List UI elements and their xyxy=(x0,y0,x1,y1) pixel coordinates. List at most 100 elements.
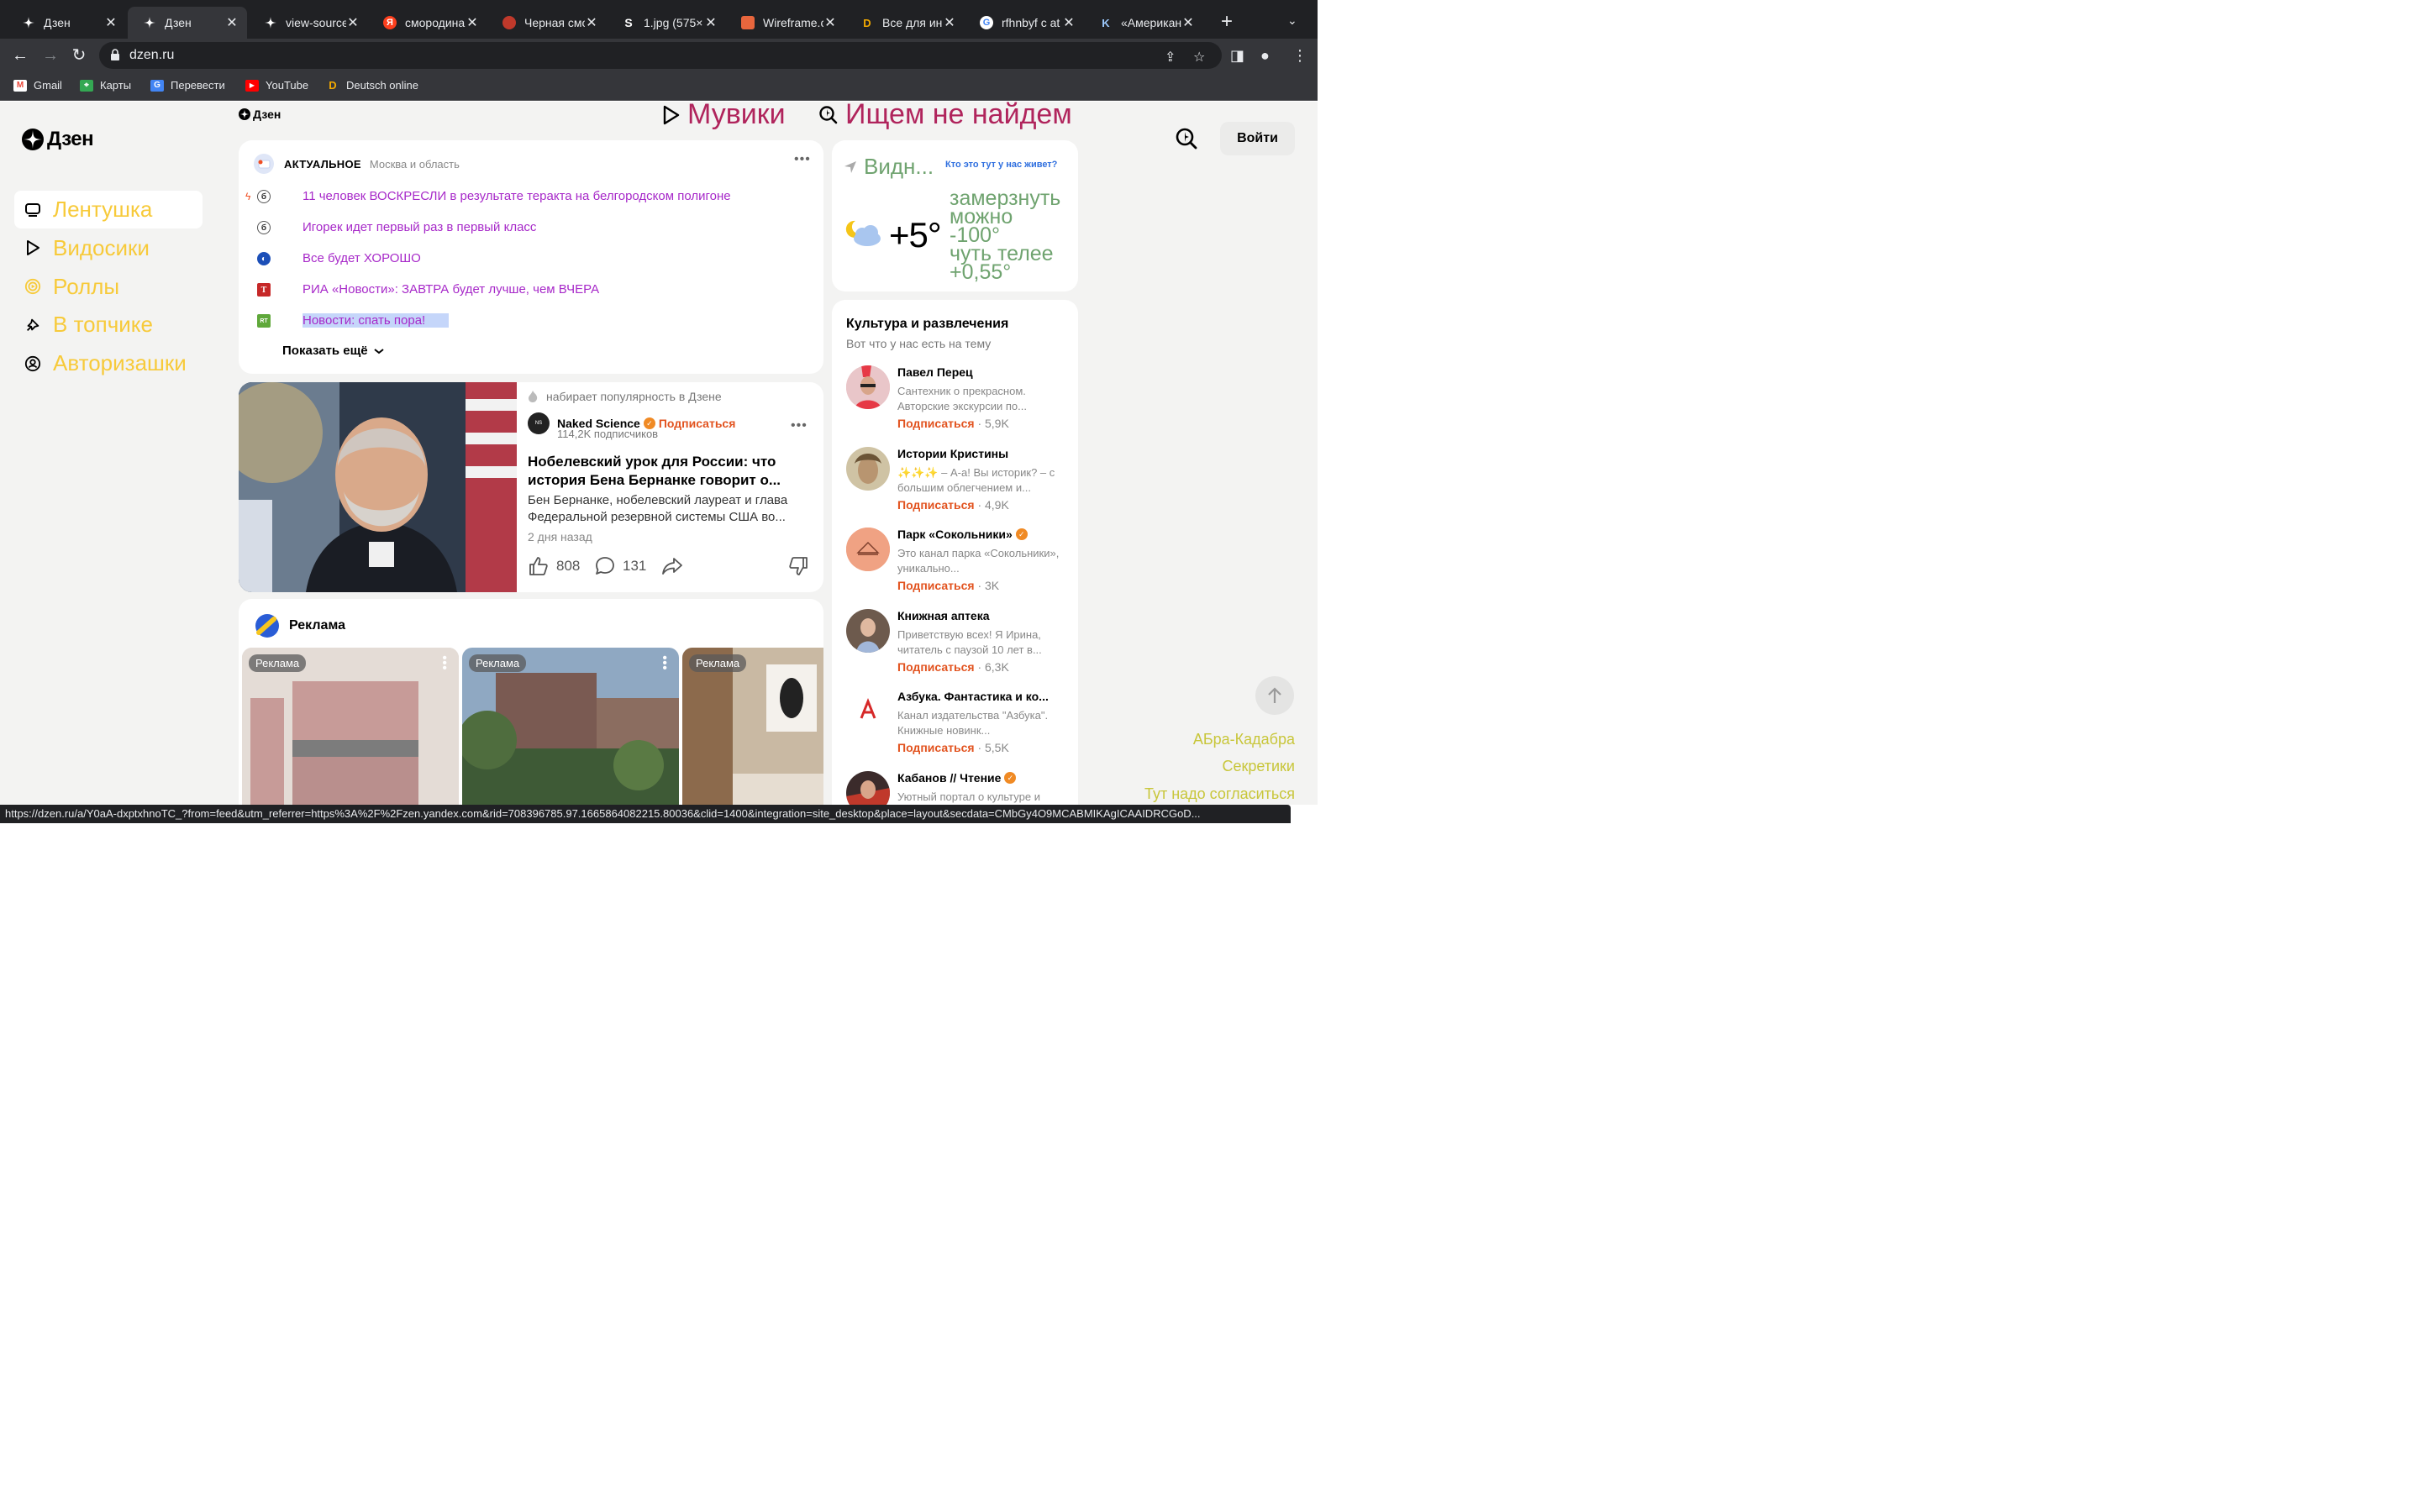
address-bar[interactable]: dzen.ru ⇪ ☆ xyxy=(99,42,1222,69)
more-icon[interactable]: ••• xyxy=(662,652,667,675)
bookmark-translate[interactable]: G Перевести xyxy=(150,79,225,92)
weather-location[interactable]: Видн... xyxy=(844,154,934,180)
nav-item-clips[interactable]: Роллы xyxy=(14,268,203,306)
ad-item[interactable]: Реклама • • • xyxy=(462,648,679,805)
subscribe-button[interactable]: Подписаться xyxy=(897,660,975,674)
movies-link[interactable]: Мувики xyxy=(662,102,786,131)
channel-name[interactable]: Истории Кристины xyxy=(897,447,1008,460)
new-tab-icon[interactable]: + xyxy=(1217,12,1237,32)
bookmark-gmail[interactable]: M Gmail xyxy=(13,79,62,92)
avatar[interactable] xyxy=(846,609,890,653)
article-title[interactable]: Нобелевский урок для России: что история… xyxy=(528,453,805,490)
channel-row[interactable]: Азбука. Фантастика и ко... Канал издател… xyxy=(846,690,1073,765)
back-icon[interactable]: ← xyxy=(10,45,30,66)
footer-link[interactable]: Секретики xyxy=(1222,758,1295,775)
share-button[interactable] xyxy=(661,555,683,577)
close-icon[interactable]: ✕ xyxy=(585,14,598,31)
close-icon[interactable]: ✕ xyxy=(225,14,239,31)
comments-button[interactable]: 131 xyxy=(594,555,646,577)
avatar[interactable] xyxy=(846,528,890,571)
news-item-text[interactable]: 11 человек ВОСКРЕСЛИ в результате теракт… xyxy=(302,189,731,203)
avatar[interactable] xyxy=(846,771,890,805)
search-icon[interactable] xyxy=(1175,127,1198,150)
dislike-button[interactable] xyxy=(787,555,809,577)
avatar[interactable] xyxy=(846,447,890,491)
tab[interactable]: Дзен ✕ xyxy=(7,7,126,39)
channel-row[interactable]: Книжная аптека Приветствую всех! Я Ирина… xyxy=(846,609,1073,685)
tab[interactable]: G rfhnbyf c at ✕ xyxy=(965,7,1084,39)
channel-name[interactable]: Книжная аптека xyxy=(897,609,990,622)
tab[interactable]: Wireframe.c ✕ xyxy=(726,7,845,39)
close-icon[interactable]: ✕ xyxy=(943,14,956,31)
tab[interactable]: Черная смо ✕ xyxy=(487,7,607,39)
news-item[interactable]: б Игорек идет первый раз в первый класс xyxy=(245,218,536,238)
channel-row[interactable]: Истории Кристины ✨✨✨ – А-а! Вы историк? … xyxy=(846,447,1073,522)
sidepanel-icon[interactable]: ◨ xyxy=(1230,47,1244,65)
channel-name[interactable]: Павел Перец xyxy=(897,365,973,379)
star-icon[interactable]: ☆ xyxy=(1193,49,1205,66)
channel-row[interactable]: Парк «Сокольники» ✓ Это канал парка «Соко… xyxy=(846,528,1073,603)
menu-icon[interactable]: ⋮ xyxy=(1292,47,1307,65)
forward-icon[interactable]: → xyxy=(40,45,60,66)
tab[interactable]: view-source ✕ xyxy=(249,7,368,39)
news-item[interactable]: ϟ б 11 человек ВОСКРЕСЛИ в результате те… xyxy=(245,186,731,207)
news-item-text[interactable]: Новости: спать пора! xyxy=(302,313,450,328)
ad-item[interactable]: Реклама xyxy=(682,648,823,805)
tab-active[interactable]: Дзен ✕ xyxy=(128,7,247,39)
scroll-top-button[interactable] xyxy=(1255,676,1294,715)
channel-name[interactable]: Кабанов // Чтение ✓ xyxy=(897,771,1017,785)
reload-icon[interactable]: ↻ xyxy=(69,45,89,66)
tab[interactable]: S 1.jpg (575× ✕ xyxy=(607,7,726,39)
news-item-text[interactable]: Все будет ХОРОШО xyxy=(302,251,421,265)
weather-question-link[interactable]: Кто это тут у нас живет? xyxy=(945,160,1057,170)
url-text[interactable]: dzen.ru xyxy=(129,48,174,63)
subscribe-button[interactable]: Подписаться xyxy=(897,741,975,754)
show-more-button[interactable]: Показать ещё xyxy=(282,344,385,358)
avatar[interactable] xyxy=(846,690,890,733)
tab[interactable]: Я смородина ✕ xyxy=(368,7,487,39)
bookmark-maps[interactable]: ⌖ Карты xyxy=(80,79,131,92)
tab[interactable]: K «Американ ✕ xyxy=(1084,7,1203,39)
channel-info[interactable]: NS Naked Science ✓ Подписаться 114,2K по… xyxy=(528,412,736,440)
news-item-text[interactable]: РИА «Новости»: ЗАВТРА будет лучше, чем В… xyxy=(302,282,599,297)
subscribe-button[interactable]: Подписаться xyxy=(897,498,975,512)
more-icon[interactable]: ••• xyxy=(791,418,808,433)
weather-card[interactable]: Видн... Кто это тут у нас живет? +5° зам… xyxy=(832,140,1078,291)
close-icon[interactable]: ✕ xyxy=(104,14,118,31)
like-button[interactable]: 808 xyxy=(528,555,580,577)
nav-item-feed[interactable]: Лентушка xyxy=(14,191,203,228)
channel-name[interactable]: Парк «Сокольники» ✓ xyxy=(897,528,1028,541)
close-icon[interactable]: ✕ xyxy=(823,14,837,31)
avatar[interactable] xyxy=(846,365,890,409)
search-link[interactable]: Ищем не найдем xyxy=(818,102,1072,131)
share-icon[interactable]: ⇪ xyxy=(1165,49,1176,66)
subscribe-button[interactable]: Подписаться xyxy=(897,417,975,430)
more-icon[interactable]: ••• xyxy=(794,152,811,167)
close-icon[interactable]: ✕ xyxy=(346,14,360,31)
login-button[interactable]: Войти xyxy=(1220,122,1295,155)
tab[interactable]: D Все для ин ✕ xyxy=(845,7,965,39)
channel-row[interactable]: Кабанов // Чтение ✓ Уютный портал о культ… xyxy=(846,771,1073,805)
footer-link[interactable]: АБра-Кадабра xyxy=(1193,731,1295,748)
close-icon[interactable]: ✕ xyxy=(1181,14,1195,31)
channel-name[interactable]: Азбука. Фантастика и ко... xyxy=(897,690,1049,703)
news-region[interactable]: Москва и область xyxy=(370,158,460,171)
profile-icon[interactable]: ● xyxy=(1260,47,1270,65)
channel-avatar[interactable]: NS xyxy=(528,412,550,434)
news-item[interactable]: RT Новости: спать пора! xyxy=(245,311,450,331)
close-icon[interactable]: ✕ xyxy=(704,14,718,31)
bookmark-youtube[interactable]: ▶ YouTube xyxy=(245,79,308,92)
footer-link[interactable]: Тут надо согласиться xyxy=(1144,785,1295,803)
mini-logo[interactable]: Дзен xyxy=(239,108,281,121)
close-icon[interactable]: ✕ xyxy=(466,14,479,31)
nav-item-auth[interactable]: Авторизашки xyxy=(14,344,203,382)
subscribe-button[interactable]: Подписаться xyxy=(897,579,975,592)
nav-item-top[interactable]: В топчике xyxy=(14,306,203,344)
close-icon[interactable]: ✕ xyxy=(1062,14,1076,31)
subscribe-button[interactable]: Подписаться xyxy=(659,417,736,430)
channel-row[interactable]: Павел Перец Сантехник о прекрасном. Авто… xyxy=(846,365,1073,441)
bookmark-deutsch[interactable]: D Deutsch online xyxy=(326,79,418,92)
article-card[interactable]: набирает популярность в Дзене NS Naked S… xyxy=(239,382,823,592)
news-item[interactable]: ◐ Все будет ХОРОШО xyxy=(245,249,421,269)
chevron-down-icon[interactable]: ⌄ xyxy=(1287,13,1297,28)
